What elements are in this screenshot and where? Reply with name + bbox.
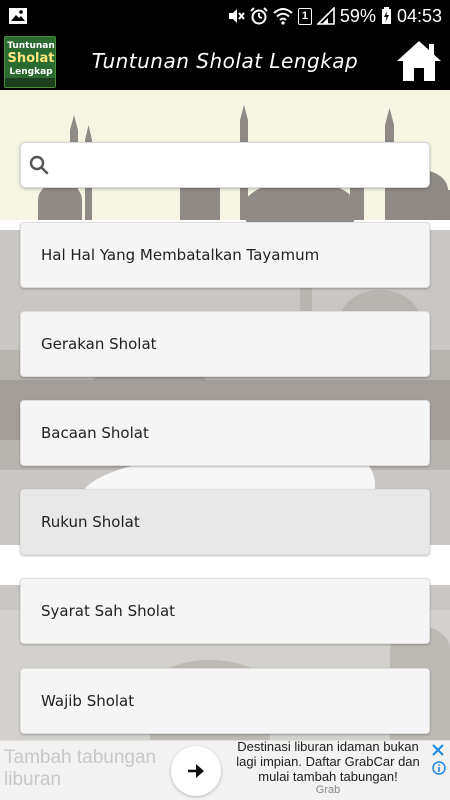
list-item-label: Hal Hal Yang Membatalkan Tayamum xyxy=(41,246,320,264)
list-item-label: Syarat Sah Sholat xyxy=(41,602,176,620)
battery-charging-icon xyxy=(381,7,392,25)
wifi-icon xyxy=(273,7,293,25)
ad-close-button[interactable] xyxy=(429,741,447,759)
list-item-label: Rukun Sholat xyxy=(41,513,140,531)
ad-banner[interactable]: Tambah tabungan liburan Destinasi libura… xyxy=(0,740,450,800)
info-icon xyxy=(432,761,446,775)
app-logo[interactable]: Tuntunan Sholat Lengkap xyxy=(4,36,56,88)
list-item[interactable]: Gerakan Sholat xyxy=(20,311,430,377)
logo-line-2: Sholat xyxy=(7,51,55,66)
list-item[interactable]: Hal Hal Yang Membatalkan Tayamum xyxy=(20,222,430,288)
app-title: Tuntunan Sholat Lengkap xyxy=(91,49,359,73)
list-item-label: Gerakan Sholat xyxy=(41,335,157,353)
search-box[interactable] xyxy=(20,142,430,188)
ad-brand: Grab xyxy=(315,784,341,796)
close-icon xyxy=(432,744,444,756)
search-icon xyxy=(21,143,57,187)
app-bar: Tuntunan Sholat Lengkap Tuntunan Sholat … xyxy=(0,32,450,90)
list-item[interactable]: Rukun Sholat xyxy=(20,489,430,555)
home-icon xyxy=(397,41,441,81)
alarm-icon xyxy=(250,7,268,25)
list-item[interactable]: Bacaan Sholat xyxy=(20,400,430,466)
mute-icon xyxy=(227,7,245,25)
image-notification-icon xyxy=(8,6,28,26)
signal-icon xyxy=(316,7,335,25)
logo-band xyxy=(5,78,55,87)
arrow-right-icon xyxy=(188,764,204,778)
list-item[interactable]: Wajib Sholat xyxy=(20,668,430,734)
ad-body: Destinasi liburan idaman bukan lagi impi… xyxy=(236,740,420,784)
list-item[interactable]: Syarat Sah Sholat xyxy=(20,578,430,644)
home-button[interactable] xyxy=(394,36,444,86)
list-item-label: Wajib Sholat xyxy=(41,692,135,710)
status-bar: 1 59% 04:53 xyxy=(0,0,450,32)
logo-line-1: Tuntunan xyxy=(7,41,55,51)
logo-line-3: Lengkap xyxy=(9,67,53,77)
ad-headline: Tambah tabungan liburan xyxy=(4,747,157,790)
search-input[interactable] xyxy=(57,145,429,185)
list-item-label: Bacaan Sholat xyxy=(41,424,149,442)
battery-percent: 59% xyxy=(339,5,376,26)
ad-arrow-button[interactable] xyxy=(171,746,221,796)
ad-info-button[interactable] xyxy=(431,760,447,776)
clock: 04:53 xyxy=(396,5,442,26)
sim-icon: 1 xyxy=(297,7,312,25)
